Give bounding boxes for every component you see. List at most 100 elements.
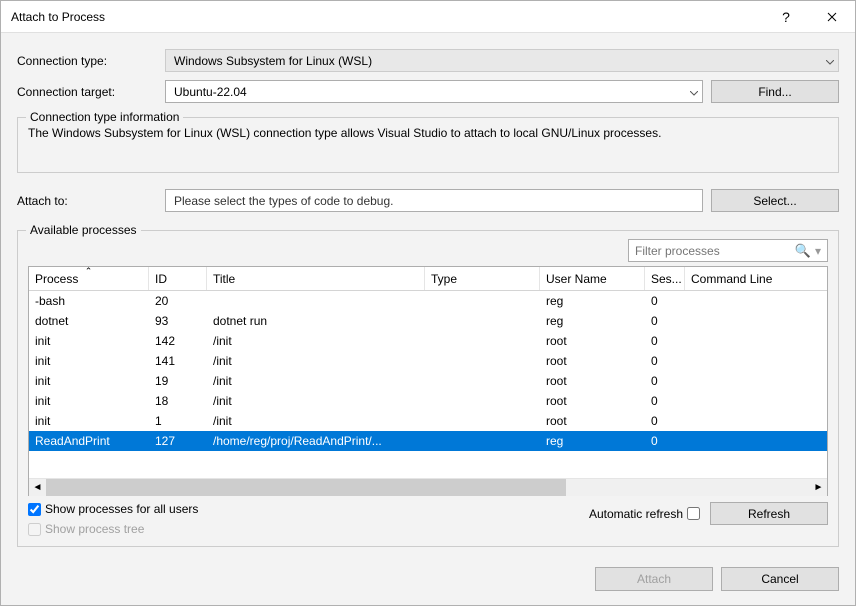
process-table: Process ⌃ ID Title Type User Name Ses...… [28, 266, 828, 496]
automatic-refresh-input[interactable] [687, 507, 700, 520]
show-process-tree-input[interactable] [28, 523, 41, 536]
table-cell: 93 [149, 312, 207, 330]
attach-to-label: Attach to: [17, 194, 157, 208]
attach-to-value: Please select the types of code to debug… [174, 194, 393, 208]
table-cell [685, 439, 827, 443]
table-row[interactable]: init19/initroot0 [29, 371, 827, 391]
scroll-left-icon[interactable]: ◄ [29, 479, 46, 496]
table-cell [685, 299, 827, 303]
col-title[interactable]: Title [207, 267, 425, 290]
table-cell: 127 [149, 432, 207, 450]
table-cell: root [540, 412, 645, 430]
table-cell: 141 [149, 352, 207, 370]
table-cell: 0 [645, 352, 685, 370]
table-cell: dotnet [29, 312, 149, 330]
table-row[interactable]: init141/initroot0 [29, 351, 827, 371]
table-cell: /init [207, 392, 425, 410]
show-process-tree-checkbox[interactable]: Show process tree [28, 522, 198, 536]
chevron-down-icon [826, 54, 834, 68]
table-cell: 0 [645, 372, 685, 390]
col-user[interactable]: User Name [540, 267, 645, 290]
window-title: Attach to Process [1, 10, 763, 24]
table-cell: 0 [645, 432, 685, 450]
scroll-track[interactable] [46, 479, 810, 496]
table-cell [685, 379, 827, 383]
horizontal-scrollbar[interactable]: ◄ ► [29, 478, 827, 495]
table-cell: root [540, 392, 645, 410]
table-cell: 0 [645, 292, 685, 310]
attach-button[interactable]: Attach [595, 567, 713, 591]
table-cell [425, 299, 540, 303]
table-cell: reg [540, 432, 645, 450]
table-cell [425, 419, 540, 423]
table-cell: root [540, 332, 645, 350]
col-cmd[interactable]: Command Line [685, 267, 827, 290]
connection-type-row: Connection type: Windows Subsystem for L… [17, 49, 839, 72]
search-icon: 🔍 [795, 243, 811, 259]
col-id[interactable]: ID [149, 267, 207, 290]
connection-target-value: Ubuntu-22.04 [174, 85, 247, 99]
table-cell [207, 299, 425, 303]
table-cell: /home/reg/proj/ReadAndPrint/... [207, 432, 425, 450]
col-sess[interactable]: Ses... [645, 267, 685, 290]
filter-processes-input[interactable] [635, 244, 791, 258]
refresh-button[interactable]: Refresh [710, 502, 828, 525]
refresh-area: Automatic refresh Refresh [589, 502, 828, 525]
close-icon [827, 12, 837, 22]
table-cell [685, 419, 827, 423]
table-cell: /init [207, 372, 425, 390]
available-processes-group: Available processes 🔍 ▾ Process ⌃ ID Tit… [17, 230, 839, 547]
show-all-users-checkbox[interactable]: Show processes for all users [28, 502, 198, 516]
table-cell: /init [207, 412, 425, 430]
connection-target-row: Connection target: Ubuntu-22.04 Find... [17, 80, 839, 103]
col-process[interactable]: Process ⌃ [29, 267, 149, 290]
connection-type-value: Windows Subsystem for Linux (WSL) [174, 54, 372, 68]
table-row[interactable]: ReadAndPrint127/home/reg/proj/ReadAndPri… [29, 431, 827, 451]
connection-type-combo[interactable]: Windows Subsystem for Linux (WSL) [165, 49, 839, 72]
table-cell [685, 339, 827, 343]
select-button[interactable]: Select... [711, 189, 839, 212]
dialog-body: Connection type: Windows Subsystem for L… [1, 33, 855, 557]
table-row[interactable]: init142/initroot0 [29, 331, 827, 351]
automatic-refresh-checkbox[interactable]: Automatic refresh [589, 507, 700, 521]
attach-to-field: Please select the types of code to debug… [165, 189, 703, 212]
filter-processes-input-wrap[interactable]: 🔍 ▾ [628, 239, 828, 262]
show-all-users-input[interactable] [28, 503, 41, 516]
close-button[interactable] [809, 1, 855, 33]
checkbox-column: Show processes for all users Show proces… [28, 502, 198, 536]
filter-row: 🔍 ▾ [28, 239, 828, 262]
table-row[interactable]: -bash20reg0 [29, 291, 827, 311]
table-cell: init [29, 332, 149, 350]
connection-target-label: Connection target: [17, 85, 157, 99]
table-cell [685, 319, 827, 323]
table-cell [425, 359, 540, 363]
table-cell: root [540, 352, 645, 370]
process-bottom-controls: Show processes for all users Show proces… [28, 502, 828, 536]
table-cell [425, 379, 540, 383]
scroll-thumb[interactable] [46, 479, 566, 496]
table-cell: 0 [645, 332, 685, 350]
table-cell: init [29, 412, 149, 430]
help-button[interactable]: ? [763, 1, 809, 33]
table-cell: reg [540, 312, 645, 330]
find-button[interactable]: Find... [711, 80, 839, 103]
table-cell: /init [207, 332, 425, 350]
col-type[interactable]: Type [425, 267, 540, 290]
table-row[interactable]: init18/initroot0 [29, 391, 827, 411]
table-cell [685, 359, 827, 363]
table-cell: 19 [149, 372, 207, 390]
table-row[interactable]: init1/initroot0 [29, 411, 827, 431]
connection-target-combo[interactable]: Ubuntu-22.04 [165, 80, 703, 103]
table-row[interactable]: dotnet93dotnet runreg0 [29, 311, 827, 331]
table-cell: dotnet run [207, 312, 425, 330]
table-cell: init [29, 352, 149, 370]
attach-to-row: Attach to: Please select the types of co… [17, 189, 839, 212]
table-cell [425, 339, 540, 343]
scroll-right-icon[interactable]: ► [810, 479, 827, 496]
table-cell [685, 399, 827, 403]
titlebar: Attach to Process ? [1, 1, 855, 33]
dialog-button-row: Attach Cancel [1, 557, 855, 605]
table-cell: -bash [29, 292, 149, 310]
table-cell: 20 [149, 292, 207, 310]
cancel-button[interactable]: Cancel [721, 567, 839, 591]
